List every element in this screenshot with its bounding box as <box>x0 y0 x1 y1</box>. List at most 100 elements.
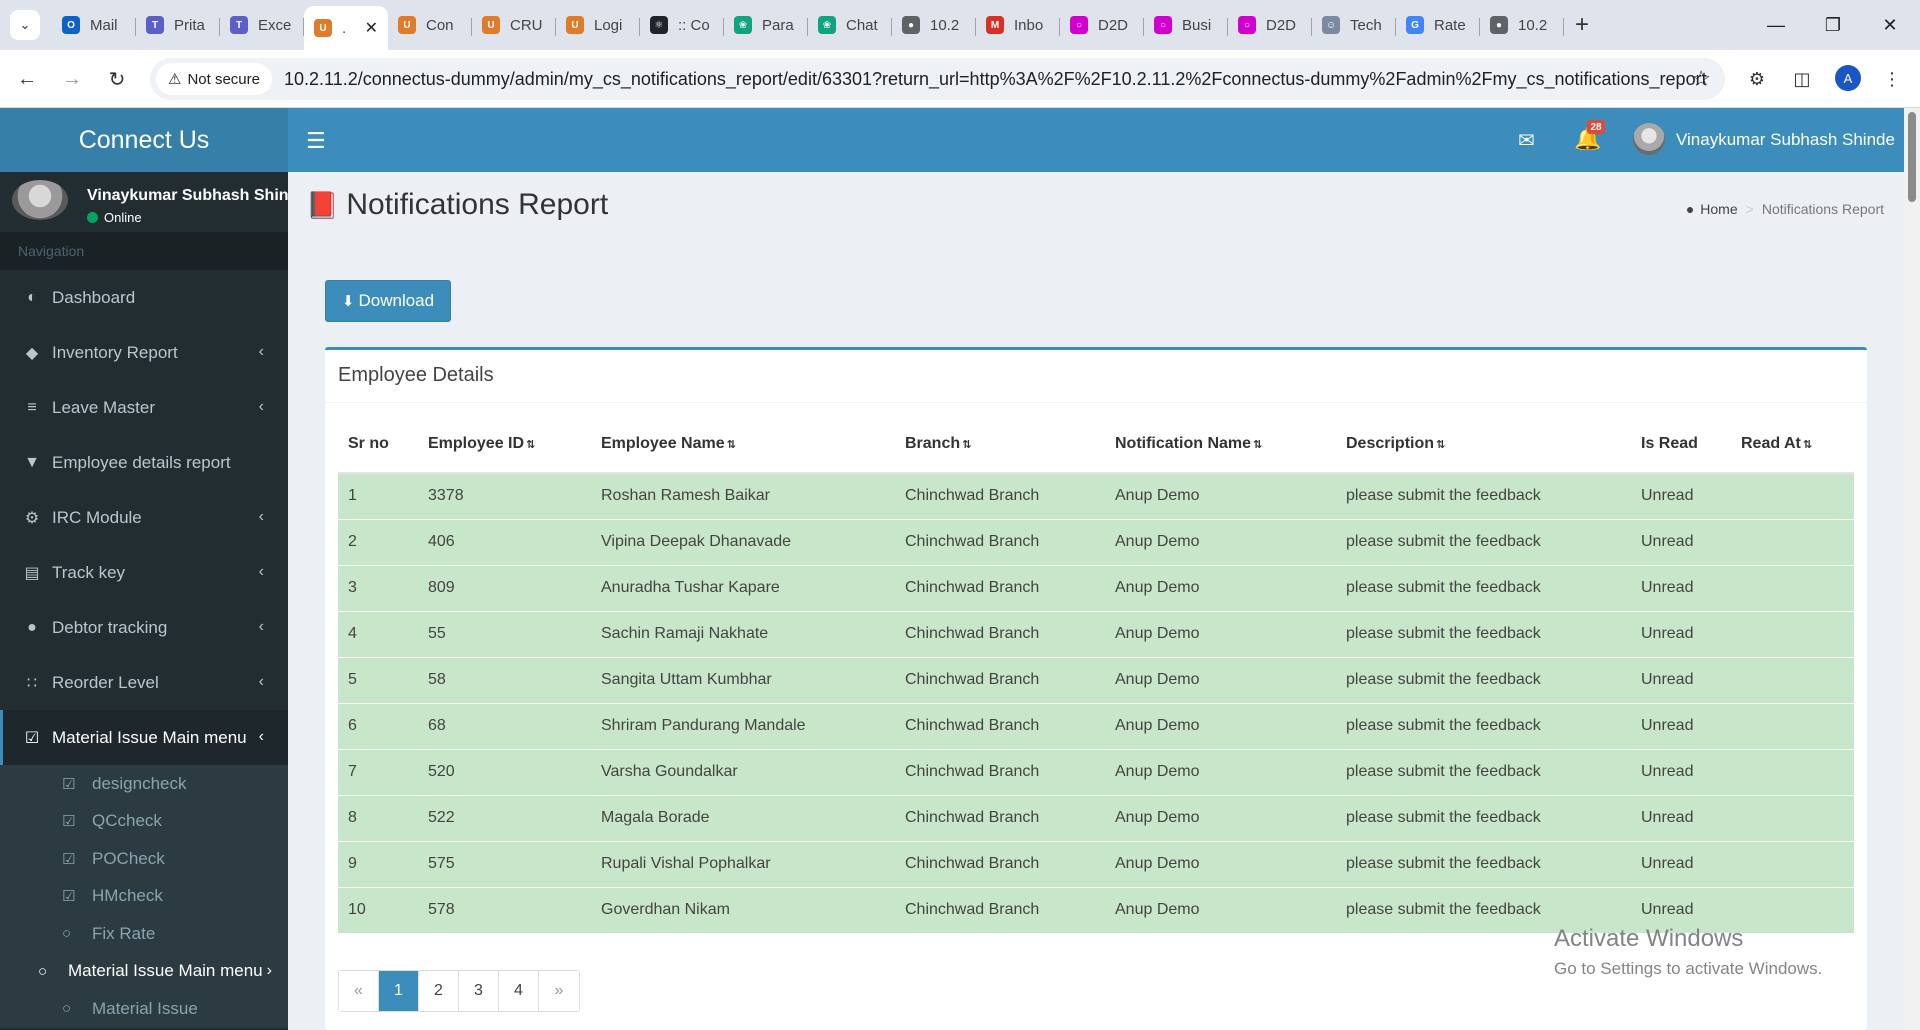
check-square-icon: ☑ <box>62 888 76 906</box>
sidebar-item-dashboard[interactable]: ◐ Dashboard <box>0 270 288 325</box>
sort-icon[interactable]: ⇅ <box>1803 439 1812 451</box>
back-button[interactable]: ← <box>12 64 42 94</box>
column-header-employee-id[interactable]: Employee ID ⇅ <box>418 415 591 474</box>
navbar-user-name[interactable]: Vinaykumar Subhash Shinde <box>1676 130 1895 150</box>
browser-menu-button[interactable]: ⋮ <box>1877 64 1907 94</box>
browser-tab[interactable]: O Mail <box>52 6 136 44</box>
minimize-button[interactable]: — <box>1746 0 1806 50</box>
table-row[interactable]: 5 58 Sangita Uttam Kumbhar Chinchwad Branch… <box>338 656 1854 703</box>
browser-tab[interactable]: G Rate <box>1396 6 1480 44</box>
browser-tab[interactable]: ● 10.2 <box>1480 6 1564 44</box>
table-cell: 575 <box>418 840 591 887</box>
side-panel-button[interactable]: ◫ <box>1787 64 1817 94</box>
column-header-description[interactable]: Description ⇅ <box>1336 415 1631 474</box>
browser-tab[interactable]: ● 10.2 <box>892 6 976 44</box>
browser-tab[interactable]: ☺ Tech <box>1312 6 1396 44</box>
sidebar-item-label: Reorder Level <box>52 672 159 692</box>
sidebar-item-material-issue-main-menu[interactable]: ☑ Material Issue Main menu ‹ <box>0 710 288 765</box>
browser-tab[interactable]: T Exce <box>220 6 304 44</box>
sidebar-item-reorder-level[interactable]: ∷ Reorder Level ‹ <box>0 655 288 710</box>
table-row[interactable]: 6 68 Shriram Pandurang Mandale Chinchwad Br… <box>338 702 1854 749</box>
tab-search-button[interactable]: ⌄ <box>10 10 40 40</box>
bookmark-star-icon[interactable]: ☆ <box>1691 66 1711 92</box>
browser-tab[interactable]: ⚛:: Co <box>640 6 724 44</box>
avatar <box>12 180 68 220</box>
download-button[interactable]: ⬇ Download <box>325 280 451 322</box>
browser-tab[interactable]: ○ D2D <box>1228 6 1312 44</box>
sort-icon[interactable]: ⇅ <box>1436 439 1445 451</box>
submenu-item-designcheck[interactable]: ☑ designcheck <box>0 765 288 803</box>
sidebar-item-irc-module[interactable]: ⚙ IRC Module ‹ <box>0 490 288 545</box>
url-text[interactable]: 10.2.11.2/connectus-dummy/admin/my_cs_no… <box>284 69 1707 90</box>
pagination-prev[interactable]: « <box>339 971 379 1011</box>
sidebar-item-debtor-tracking[interactable]: ● Debtor tracking ‹ <box>0 600 288 655</box>
column-header-label: Is Read <box>1641 434 1698 452</box>
column-header-branch[interactable]: Branch ⇅ <box>895 415 1105 474</box>
reload-button[interactable]: ↻ <box>102 64 132 94</box>
sidebar-item-inventory-report[interactable]: ◆ Inventory Report ‹ <box>0 325 288 380</box>
browser-tab[interactable]: M Inbo <box>976 6 1060 44</box>
column-header-notification-name[interactable]: Notification Name ⇅ <box>1105 415 1336 474</box>
breadcrumb-home[interactable]: Home <box>1700 201 1737 217</box>
pagination-page[interactable]: 2 <box>419 971 459 1011</box>
avatar[interactable] <box>1633 123 1665 155</box>
extensions-button[interactable]: ⚙ <box>1742 64 1772 94</box>
browser-tab[interactable]: T Prita <box>136 6 220 44</box>
submenu-item-fix-rate[interactable]: ○ Fix Rate <box>0 915 288 953</box>
table-row[interactable]: 2 406 Vipina Deepak Dhanavade Chinchwad Bra… <box>338 518 1854 565</box>
app-brand[interactable]: Connect Us <box>0 108 288 172</box>
omnibox[interactable]: ⚠ Not secure 10.2.11.2/connectus-dummy/a… <box>150 58 1725 100</box>
table-row[interactable]: 1 3378 Roshan Ramesh Baikar Chinchwad Branc… <box>338 472 1854 519</box>
browser-tab-title: Rate <box>1434 16 1466 34</box>
table-row[interactable]: 9 575 Rupali Vishal Pophalkar Chinchwad Bra… <box>338 840 1854 887</box>
sort-icon[interactable]: ⇅ <box>526 439 535 451</box>
browser-tab[interactable]: ○ D2D <box>1060 6 1144 44</box>
column-header-sr-no: Sr no <box>338 415 418 474</box>
browser-tab[interactable]: ❀ Chat <box>808 6 892 44</box>
submenu-item-material-issue[interactable]: ○ Material Issue <box>0 990 288 1028</box>
pagination-page[interactable]: 3 <box>459 971 499 1011</box>
security-chip[interactable]: ⚠ Not secure <box>156 63 272 95</box>
new-tab-button[interactable]: + <box>1564 6 1600 44</box>
close-window-button[interactable]: ✕ <box>1860 0 1920 50</box>
column-header-employee-name[interactable]: Employee Name ⇅ <box>591 415 895 474</box>
table-row[interactable]: 8 522 Magala Borade Chinchwad Branch Anup De… <box>338 794 1854 841</box>
sort-icon[interactable]: ⇅ <box>727 439 736 451</box>
submenu-item-material-issue-main-menu[interactable]: ○ Material Issue Main menu › <box>0 953 288 991</box>
pagination-page[interactable]: 1 <box>379 971 419 1011</box>
pagination-page[interactable]: 4 <box>499 971 539 1011</box>
envelope-icon[interactable]: ✉ <box>1518 128 1535 153</box>
sidebar-item-leave-master[interactable]: ≡ Leave Master ‹ <box>0 380 288 435</box>
forward-button[interactable]: → <box>57 64 87 94</box>
ring-icon: ○ <box>1238 16 1256 34</box>
browser-tab[interactable]: ○ Busi <box>1144 6 1228 44</box>
sidebar-toggle-icon[interactable]: ☰ <box>306 128 326 154</box>
pagination-next[interactable]: » <box>539 971 579 1011</box>
sidebar-item-employee-details-report[interactable]: ▼ Employee details report <box>0 435 288 490</box>
column-header-read-at[interactable]: Read At ⇅ <box>1731 415 1854 474</box>
table-row[interactable]: 4 55 Sachin Ramaji Nakhate Chinchwad Branch… <box>338 610 1854 657</box>
browser-tab[interactable]: U. ✕ <box>304 6 388 50</box>
table-row[interactable]: 7 520 Varsha Goundalkar Chinchwad Branch Anu… <box>338 748 1854 795</box>
scrollbar-thumb[interactable] <box>1908 112 1916 202</box>
browser-tab[interactable]: ❀ Para <box>724 6 808 44</box>
restore-button[interactable]: ❐ <box>1803 0 1863 50</box>
table-row[interactable]: 3 809 Anuradha Tushar Kapare Chinchwad Bran… <box>338 564 1854 611</box>
submenu-item-pocheck[interactable]: ☑ POCheck <box>0 840 288 878</box>
table-cell: 6 <box>338 702 418 749</box>
sidebar-item-track-key[interactable]: ▤ Track key ‹ <box>0 545 288 600</box>
table-cell: Chinchwad Branch <box>895 564 1105 611</box>
profile-avatar[interactable]: A <box>1835 65 1861 91</box>
submenu-item-hmcheck[interactable]: ☑ HMcheck <box>0 878 288 916</box>
breadcrumb-current: Notifications Report <box>1761 201 1884 217</box>
table-cell: 10 <box>338 886 418 933</box>
submenu-item-qccheck[interactable]: ☑ QCcheck <box>0 803 288 841</box>
sort-icon[interactable]: ⇅ <box>1253 439 1262 451</box>
browser-tab[interactable]: U Con <box>388 6 472 44</box>
sort-icon[interactable]: ⇅ <box>962 439 971 451</box>
close-tab-icon[interactable]: ✕ <box>365 18 378 38</box>
page-scrollbar[interactable] <box>1904 108 1920 1030</box>
browser-tab-title: Logi <box>594 16 623 34</box>
browser-tab[interactable]: U Logi <box>556 6 640 44</box>
browser-tab[interactable]: U CRU <box>472 6 556 44</box>
